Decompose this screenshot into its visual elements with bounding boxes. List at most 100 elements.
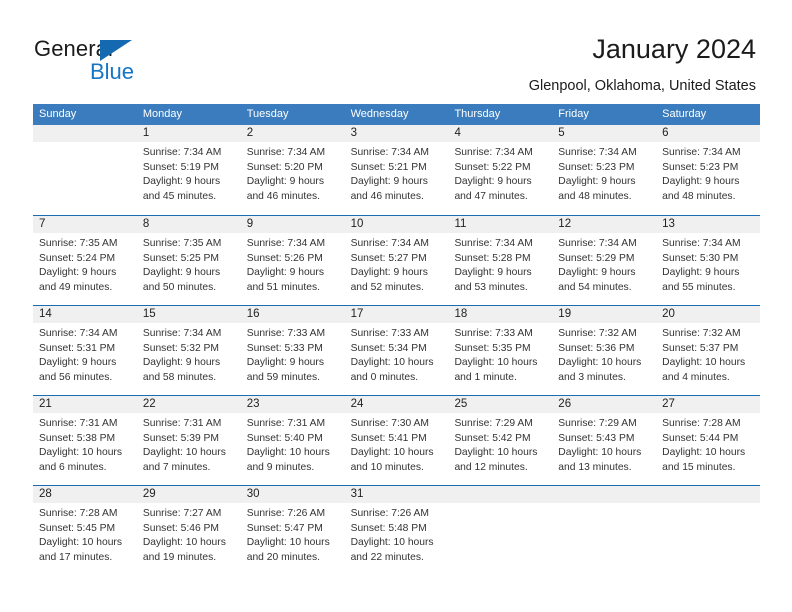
day-number: 3 — [344, 125, 449, 142]
calendar-day-cell[interactable]: 26 Sunrise: 7:29 AM Sunset: 5:43 PM Dayligh… — [552, 396, 657, 485]
sunrise-text: Sunrise: 7:29 AM — [558, 418, 637, 429]
daylight-text: Daylight: 9 hours — [246, 357, 324, 369]
calendar-day-cell[interactable]: 10 Sunrise: 7:34 AM Sunset: 5:27 PM Dayligh… — [344, 216, 449, 305]
daylight-text: Daylight: 9 hours — [454, 267, 532, 279]
calendar-day-cell[interactable]: 3 Sunrise: 7:34 AM Sunset: 5:21 PM Daylight… — [344, 125, 449, 215]
calendar-day-cell[interactable]: 20 Sunrise: 7:32 AM Sunset: 5:37 PM Dayligh… — [656, 306, 761, 395]
day-details: Sunrise: 7:33 AM Sunset: 5:34 PM Daylight:… — [345, 323, 449, 385]
calendar-day-cell[interactable]: 7 Sunrise: 7:35 AM Sunset: 5:24 PM Daylight… — [33, 216, 137, 305]
general-blue-logo[interactable]: General Blue — [34, 36, 174, 86]
calendar-day-cell[interactable]: 30 Sunrise: 7:26 AM Sunset: 5:47 PM Dayligh… — [240, 486, 345, 575]
day-details: Sunrise: 7:28 AM Sunset: 5:44 PM Daylight:… — [656, 413, 760, 475]
daylight-text-cont: and 13 minutes. — [558, 461, 632, 473]
sunset-text: Sunset: 5:29 PM — [558, 252, 635, 264]
sunset-text: Sunset: 5:28 PM — [454, 252, 531, 264]
day-number: 29 — [136, 486, 241, 503]
daylight-text-cont: and 3 minutes. — [558, 371, 626, 383]
day-number: 25 — [448, 396, 553, 413]
sunrise-text: Sunrise: 7:34 AM — [454, 238, 533, 249]
day-details: Sunrise: 7:28 AM Sunset: 5:45 PM Daylight:… — [33, 503, 137, 565]
sunrise-text: Sunrise: 7:32 AM — [662, 328, 741, 339]
calendar-day-cell[interactable]: 31 Sunrise: 7:26 AM Sunset: 5:48 PM Dayligh… — [344, 486, 449, 575]
daylight-text: Daylight: 9 hours — [350, 267, 428, 279]
calendar-day-cell[interactable]: 5 Sunrise: 7:34 AM Sunset: 5:23 PM Daylight… — [552, 125, 657, 215]
day-details: Sunrise: 7:34 AM Sunset: 5:23 PM Daylight:… — [656, 142, 760, 204]
calendar-day-cell[interactable]: 27 Sunrise: 7:28 AM Sunset: 5:44 PM Dayligh… — [656, 396, 761, 485]
sunset-text: Sunset: 5:42 PM — [454, 432, 531, 444]
day-details: Sunrise: 7:34 AM Sunset: 5:31 PM Daylight:… — [33, 323, 137, 385]
calendar-day-cell[interactable]: 18 Sunrise: 7:33 AM Sunset: 5:35 PM Dayligh… — [448, 306, 553, 395]
calendar-day-cell[interactable]: 9 Sunrise: 7:34 AM Sunset: 5:26 PM Daylight… — [240, 216, 345, 305]
daylight-text-cont: and 7 minutes. — [142, 461, 211, 473]
calendar-day-cell[interactable]: 28 Sunrise: 7:28 AM Sunset: 5:45 PM Dayligh… — [33, 486, 137, 575]
weekday-header-saturday: Saturday — [662, 108, 707, 120]
calendar-week-row: 7 Sunrise: 7:35 AM Sunset: 5:24 PM Daylight… — [33, 215, 761, 305]
calendar-day-cell[interactable]: 15 Sunrise: 7:34 AM Sunset: 5:32 PM Dayligh… — [136, 306, 241, 395]
day-details: Sunrise: 7:34 AM Sunset: 5:23 PM Daylight:… — [552, 142, 656, 204]
sunset-text: Sunset: 5:19 PM — [142, 161, 219, 173]
daylight-text-cont: and 1 minute. — [454, 371, 517, 383]
day-details: Sunrise: 7:26 AM Sunset: 5:47 PM Daylight:… — [241, 503, 345, 565]
day-number: 18 — [448, 306, 553, 323]
daylight-text: Daylight: 9 hours — [662, 267, 740, 279]
sunrise-text: Sunrise: 7:28 AM — [39, 508, 118, 519]
day-number — [552, 486, 657, 503]
day-details — [552, 503, 656, 507]
weekday-header-monday: Monday — [142, 108, 182, 120]
daylight-text: Daylight: 9 hours — [662, 176, 740, 188]
daylight-text-cont: and 0 minutes. — [350, 371, 419, 383]
daylight-text: Daylight: 9 hours — [39, 357, 117, 369]
daylight-text-cont: and 12 minutes. — [454, 461, 528, 473]
calendar-day-cell[interactable]: 8 Sunrise: 7:35 AM Sunset: 5:25 PM Daylight… — [136, 216, 241, 305]
sunset-text: Sunset: 5:39 PM — [142, 432, 219, 444]
calendar-day-cell[interactable]: 14 Sunrise: 7:34 AM Sunset: 5:31 PM Dayligh… — [33, 306, 137, 395]
calendar-day-cell[interactable]: 6 Sunrise: 7:34 AM Sunset: 5:23 PM Daylight… — [656, 125, 761, 215]
daylight-text: Daylight: 10 hours — [39, 537, 122, 549]
calendar-day-cell[interactable]: 22 Sunrise: 7:31 AM Sunset: 5:39 PM Dayligh… — [136, 396, 241, 485]
day-details: Sunrise: 7:35 AM Sunset: 5:25 PM Daylight:… — [137, 233, 241, 295]
logo-triangle-icon — [100, 40, 132, 61]
calendar-day-cell[interactable]: 23 Sunrise: 7:31 AM Sunset: 5:40 PM Dayligh… — [240, 396, 345, 485]
calendar-cell-empty — [448, 486, 553, 575]
sunrise-text: Sunrise: 7:35 AM — [142, 238, 222, 249]
calendar-day-cell[interactable]: 1 Sunrise: 7:34 AM Sunset: 5:19 PM Daylight… — [136, 125, 241, 215]
day-details: Sunrise: 7:34 AM Sunset: 5:27 PM Daylight:… — [345, 233, 449, 295]
daylight-text-cont: and 22 minutes. — [350, 551, 424, 563]
calendar-day-cell[interactable]: 12 Sunrise: 7:34 AM Sunset: 5:29 PM Dayligh… — [552, 216, 657, 305]
logo-text-blue: Blue — [90, 59, 135, 84]
calendar-day-cell[interactable]: 2 Sunrise: 7:34 AM Sunset: 5:20 PM Daylight… — [240, 125, 345, 215]
sunrise-text: Sunrise: 7:26 AM — [246, 508, 326, 519]
day-number: 10 — [344, 216, 449, 233]
calendar-day-cell[interactable]: 25 Sunrise: 7:29 AM Sunset: 5:42 PM Dayligh… — [448, 396, 553, 485]
day-number — [33, 125, 137, 142]
day-number: 28 — [33, 486, 137, 503]
calendar-day-cell[interactable]: 19 Sunrise: 7:32 AM Sunset: 5:36 PM Dayligh… — [552, 306, 657, 395]
calendar-day-cell[interactable]: 17 Sunrise: 7:33 AM Sunset: 5:34 PM Dayligh… — [344, 306, 449, 395]
daylight-text-cont: and 59 minutes. — [246, 371, 320, 383]
page-subtitle: Glenpool, Oklahoma, United States — [528, 78, 756, 94]
daylight-text: Daylight: 9 hours — [142, 357, 221, 369]
calendar-day-cell[interactable]: 13 Sunrise: 7:34 AM Sunset: 5:30 PM Dayligh… — [656, 216, 761, 305]
weekday-header-wednesday: Wednesday — [350, 108, 409, 120]
day-number: 31 — [344, 486, 449, 503]
day-number: 2 — [240, 125, 345, 142]
calendar-day-cell[interactable]: 24 Sunrise: 7:30 AM Sunset: 5:41 PM Dayligh… — [344, 396, 449, 485]
weekday-header-friday: Friday — [558, 108, 589, 120]
calendar-day-cell[interactable]: 21 Sunrise: 7:31 AM Sunset: 5:38 PM Dayligh… — [33, 396, 137, 485]
calendar-day-cell[interactable]: 16 Sunrise: 7:33 AM Sunset: 5:33 PM Dayligh… — [240, 306, 345, 395]
day-number: 8 — [136, 216, 241, 233]
calendar-week-row: 28 Sunrise: 7:28 AM Sunset: 5:45 PM Dayligh… — [33, 485, 761, 575]
daylight-text: Daylight: 10 hours — [558, 357, 642, 369]
calendar-day-cell[interactable]: 29 Sunrise: 7:27 AM Sunset: 5:46 PM Dayligh… — [136, 486, 241, 575]
daylight-text-cont: and 55 minutes. — [662, 281, 736, 293]
sunset-text: Sunset: 5:23 PM — [558, 161, 635, 173]
daylight-text: Daylight: 10 hours — [142, 447, 226, 459]
daylight-text: Daylight: 9 hours — [39, 267, 117, 279]
sunset-text: Sunset: 5:31 PM — [39, 342, 116, 354]
daylight-text-cont: and 15 minutes. — [662, 461, 736, 473]
calendar-day-cell[interactable]: 11 Sunrise: 7:34 AM Sunset: 5:28 PM Dayligh… — [448, 216, 553, 305]
sunrise-text: Sunrise: 7:31 AM — [39, 418, 118, 429]
daylight-text-cont: and 51 minutes. — [246, 281, 320, 293]
daylight-text-cont: and 58 minutes. — [142, 371, 217, 383]
calendar-day-cell[interactable]: 4 Sunrise: 7:34 AM Sunset: 5:22 PM Daylight… — [448, 125, 553, 215]
